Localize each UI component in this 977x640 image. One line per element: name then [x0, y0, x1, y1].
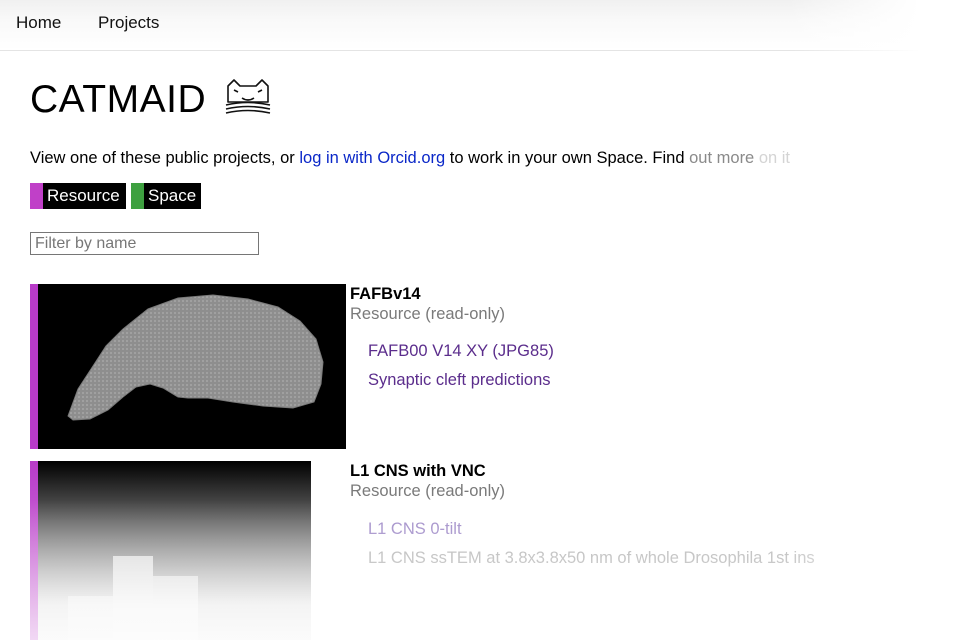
- project-name[interactable]: L1 CNS with VNC: [350, 462, 486, 481]
- intro-faded-b: on it: [754, 149, 791, 167]
- stack-link[interactable]: L1 CNS ssTEM at 3.8x3.8x50 nm of whole D…: [368, 549, 815, 568]
- intro-middle: to work in your own Space. Find: [445, 149, 690, 167]
- project-thumbnail-fafb[interactable]: [38, 284, 346, 449]
- project-type: Resource (read-only): [350, 482, 505, 500]
- stack-link[interactable]: FAFB00 V14 XY (JPG85): [368, 342, 554, 361]
- fafb-brain-image: [67, 294, 324, 421]
- page-title: CATMAID: [30, 78, 207, 121]
- orcid-login-link[interactable]: log in with Orcid.org: [299, 149, 445, 167]
- intro-prefix: View one of these public projects, or: [30, 149, 300, 167]
- filter-input[interactable]: [30, 232, 259, 255]
- nav-projects-link[interactable]: Projects: [98, 13, 159, 33]
- cat-book-icon: [225, 79, 271, 114]
- intro-text: View one of these public projects, or lo…: [30, 149, 790, 168]
- edge-fade-right: [787, 0, 977, 640]
- resource-swatch: [30, 183, 43, 209]
- top-nav: Home Projects: [0, 0, 977, 51]
- project-type-bar: [30, 284, 38, 449]
- legend-space: Space: [131, 183, 201, 209]
- project-thumbnail-l1cns[interactable]: [38, 461, 311, 640]
- project-type: Resource (read-only): [350, 305, 505, 323]
- project-type-bar: [30, 461, 38, 640]
- stack-link[interactable]: Synaptic cleft predictions: [368, 371, 551, 390]
- l1cns-image: [68, 556, 198, 640]
- nav-home-link[interactable]: Home: [16, 13, 61, 33]
- stack-link[interactable]: L1 CNS 0-tilt: [368, 520, 462, 539]
- intro-faded-a: out more: [689, 149, 755, 167]
- legend-resource-label: Resource: [47, 186, 120, 205]
- project-name[interactable]: FAFBv14: [350, 285, 421, 304]
- space-swatch: [131, 183, 144, 209]
- legend-space-label: Space: [148, 186, 197, 205]
- legend-resource: Resource: [30, 183, 126, 209]
